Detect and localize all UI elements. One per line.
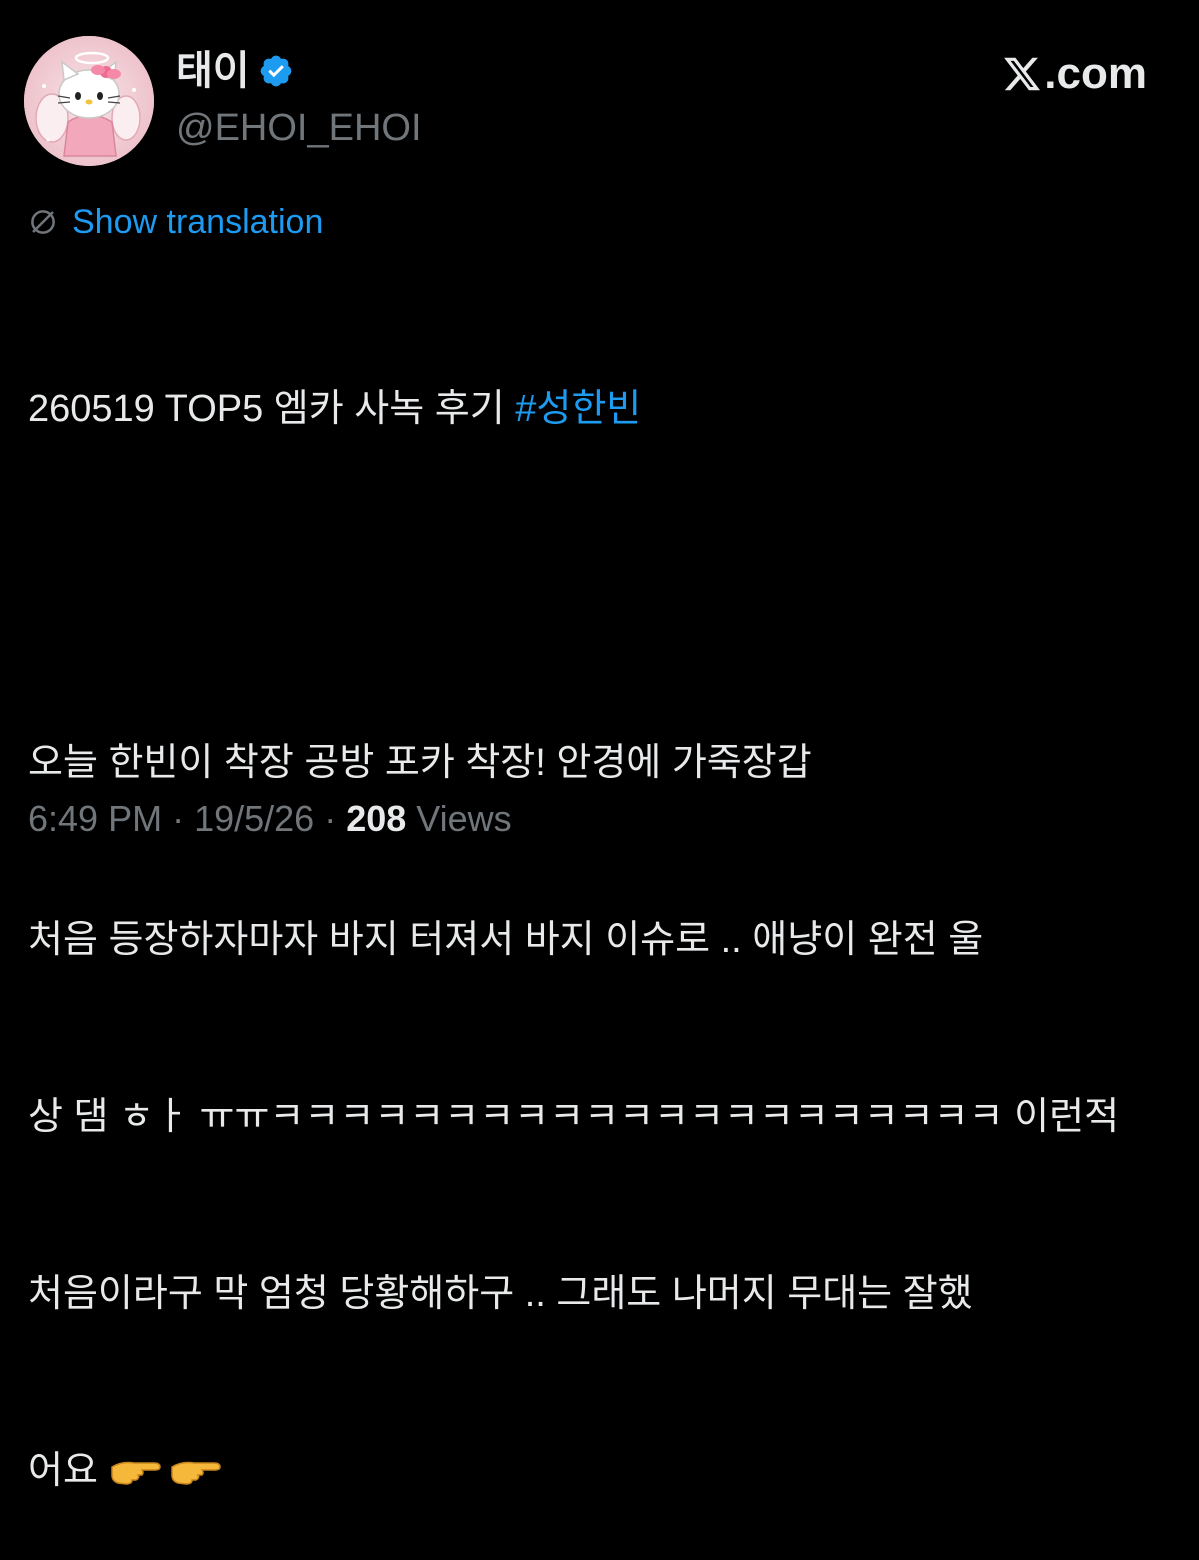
hello-kitty-angel-avatar-icon — [24, 36, 154, 166]
tweet-line: 상 댐 ㅎㅏ ㅠㅠㅋㅋㅋㅋㅋㅋㅋㅋㅋㅋㅋㅋㅋㅋㅋㅋㅋㅋㅋㅋㅋ 이런적 — [28, 1096, 1120, 1138]
tweet-line: 처음이라구 막 엄청 당황해하구 .. 그래도 나머지 무대는 잘했 — [28, 1273, 973, 1315]
tweet-time[interactable]: 6:49 PM — [28, 792, 162, 846]
author-handle[interactable]: @EHOI_EHOI — [176, 104, 422, 152]
tweet-line: 오늘 한빈이 착장 공방 포카 착장! 안경에 가죽장갑 — [28, 742, 812, 784]
tweet-line: 어요 — [28, 1450, 109, 1492]
tweet-line-1-text: 260519 TOP5 엠카 사녹 후기 — [28, 388, 516, 430]
x-logo-icon — [1004, 57, 1041, 91]
hashtag-link[interactable]: #성한빈 — [515, 388, 641, 430]
meta-separator: · — [172, 798, 185, 839]
translate-globe-icon — [31, 210, 55, 234]
tweet-last-line: 어요 — [28, 1442, 1178, 1501]
show-translation-button[interactable]: Show translation — [28, 200, 323, 244]
tweet-body: 260519 TOP5 엠카 사녹 후기 #성한빈 오늘 한빈이 착장 공방 포… — [28, 262, 1178, 1560]
author-avatar[interactable] — [24, 36, 154, 166]
verified-badge-icon — [260, 55, 291, 87]
meta-separator: · — [324, 798, 337, 839]
pointing-hand-emoji-icon — [111, 1461, 162, 1485]
tweet-date[interactable]: 19/5/26 — [194, 792, 314, 846]
author-display-name[interactable]: 태이 — [176, 46, 250, 96]
author-name-row[interactable]: 태이 — [176, 46, 294, 96]
tweet-line-1: 260519 TOP5 엠카 사녹 후기 #성한빈 — [28, 380, 1178, 439]
show-translation-label[interactable]: Show translation — [72, 200, 323, 244]
pointing-hand-emoji-icon — [171, 1461, 222, 1485]
views-label: Views — [416, 798, 512, 839]
views-count: 208 — [346, 798, 407, 839]
brand-domain-text: .com — [1044, 49, 1147, 98]
tweet-line: 처음 등장하자마자 바지 터져서 바지 이슈로 .. 애냥이 완전 울 — [28, 919, 984, 961]
x-brand-watermark: .com — [1002, 48, 1147, 100]
tweet-meta: 6:49 PM · 19/5/26 · 208 Views — [28, 792, 512, 846]
